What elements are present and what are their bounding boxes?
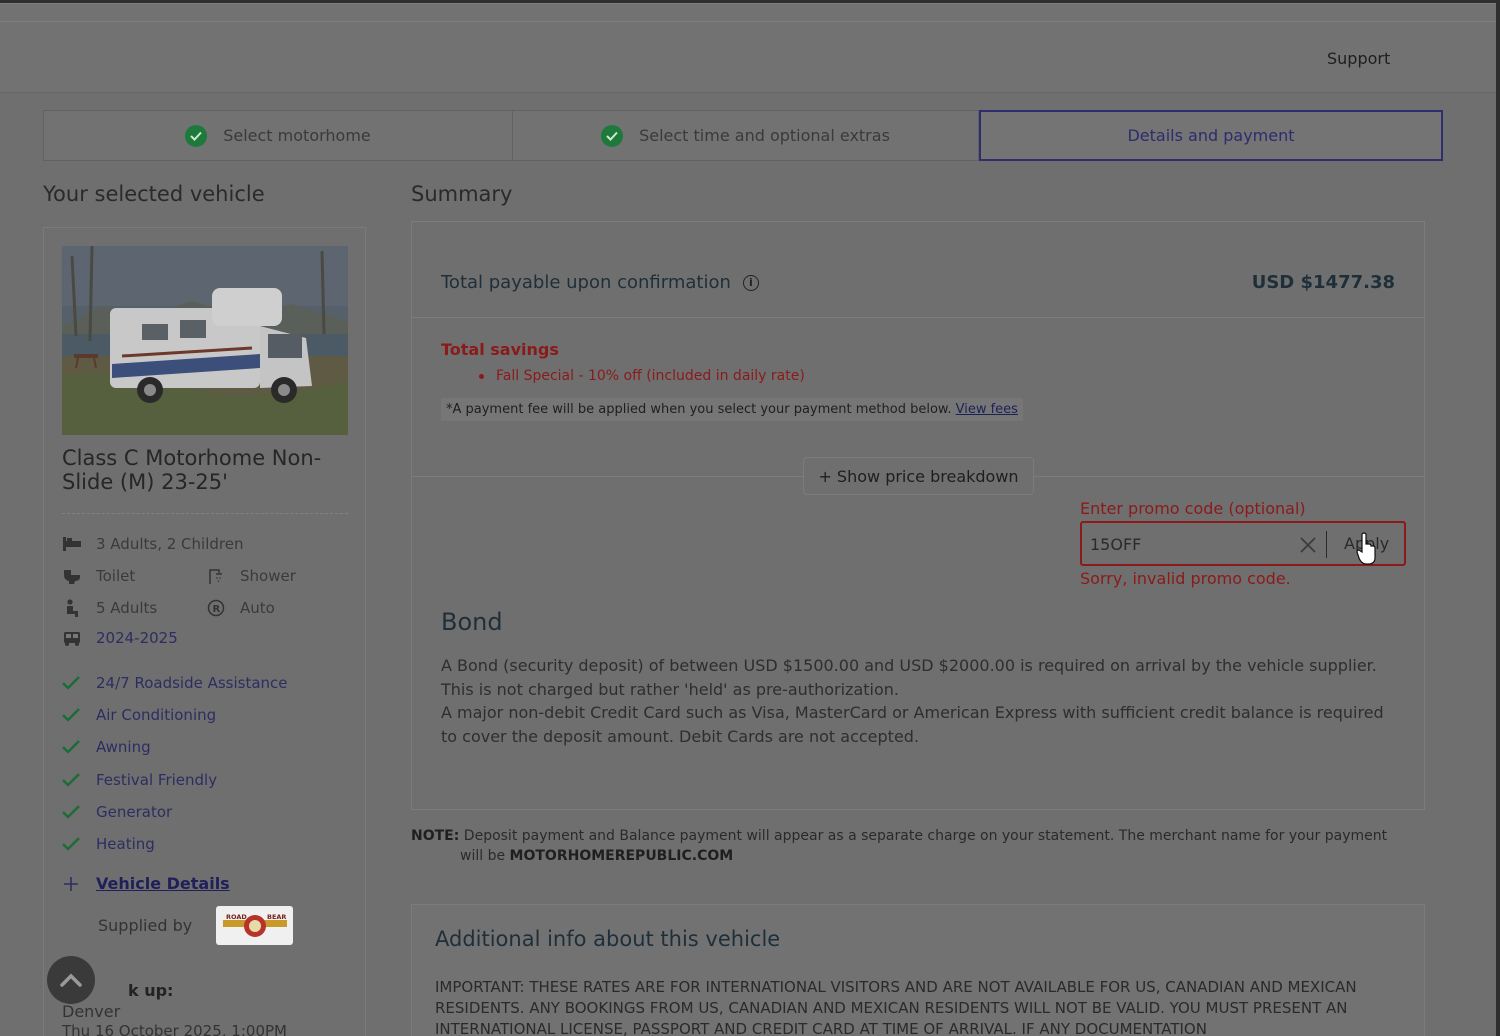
clear-icon[interactable] [1298,535,1318,555]
feature-seats: 5 Adults [62,599,157,617]
checkmark-icon [62,805,80,819]
checkmark-icon [62,837,80,851]
scroll-to-top-button[interactable] [47,956,95,1004]
booking-stepper: Select motorhome Select time and optiona… [43,110,1443,161]
amenity-item: 24/7 Roadside Assistance [62,674,288,692]
payment-fee-note: *A payment fee will be applied when you … [441,398,1023,421]
plus-icon [64,876,78,891]
total-label: Total payable upon confirmation i [441,272,759,293]
shower-icon [206,567,226,585]
bond-line: A Bond (security deposit) of between USD… [441,656,1377,675]
vehicle-divider [62,513,348,514]
bond-title: Bond [441,608,503,636]
info-icon[interactable]: i [742,274,759,291]
note-merchant-line: will be MOTORHOMEREPUBLIC.COM [460,848,734,864]
checkmark-icon [62,708,80,722]
bed-icon [62,535,82,553]
step-label: Select time and optional extras [639,126,890,145]
savings-item: Fall Special - 10% off (included in dail… [479,368,805,384]
bullet-icon [479,373,484,379]
savings-title: Total savings [441,340,559,359]
checkmark-icon [62,740,80,754]
vehicle-card: Class C Motorhome Non-Slide (M) 23-25' 3… [43,227,366,1036]
total-value: USD $1477.38 [1251,272,1395,293]
merchant-name: MOTORHOMEREPUBLIC.COM [509,848,734,864]
header-rule [0,21,1500,22]
svg-text:BEAR: BEAR [267,913,286,921]
checkmark-icon [62,773,80,787]
checkmark-icon [62,676,80,690]
svg-text:ROAD: ROAD [226,913,247,921]
total-row: Total payable upon confirmation i USD $1… [412,222,1424,318]
svg-text:R: R [213,604,221,615]
view-fees-link[interactable]: View fees [956,402,1018,417]
step-select-time-extras[interactable]: Select time and optional extras [513,110,979,161]
amenity-item: Air Conditioning [62,706,216,724]
feature-shower: Shower [206,567,296,585]
feature-sleeps: 3 Adults, 2 Children [62,535,243,553]
promo-code-label: Enter promo code (optional) [1080,499,1306,518]
feature-transmission: R Auto [206,599,275,617]
statement-note: NOTE: Deposit payment and Balance paymen… [411,826,1411,866]
support-link[interactable]: Support [1327,49,1390,68]
supplier-logo: ROAD BEAR [216,906,293,945]
transmission-icon: R [206,599,226,617]
pickup-label: k up: [128,981,174,1000]
vehicle-details-link[interactable]: Vehicle Details [62,874,230,893]
bond-description: A Bond (security deposit) of between USD… [441,654,1391,748]
summary-heading: Summary [411,182,513,206]
hand-cursor-icon [1356,532,1376,565]
amenity-item: Heating [62,835,155,853]
bond-line: A major non-debit Credit Card such as Vi… [441,703,1384,746]
step-details-payment[interactable]: Details and payment [979,110,1443,161]
step-select-motorhome[interactable]: Select motorhome [43,110,513,161]
toilet-icon [62,567,82,585]
amenity-item: Generator [62,803,172,821]
summary-card: Total payable upon confirmation i USD $1… [411,221,1425,810]
window-right-edge [1496,0,1500,1036]
note-text: Deposit payment and Balance payment will… [463,828,1388,844]
feature-toilet: Toilet [62,567,135,585]
show-price-breakdown-button[interactable]: + Show price breakdown [803,457,1034,495]
check-circle-icon [185,124,208,147]
bond-line: This is not charged but rather 'held' as… [441,679,899,699]
pickup-city: Denver [62,1002,121,1021]
promo-error-message: Sorry, invalid promo code. [1080,569,1291,588]
vehicle-photo [62,246,348,435]
additional-info-text: IMPORTANT: THESE RATES ARE FOR INTERNATI… [435,978,1357,1036]
vehicle-name: Class C Motorhome Non-Slide (M) 23-25' [62,446,322,494]
site-header: Support [0,3,1500,93]
step-label: Details and payment [1127,126,1295,145]
supplied-by-label: Supplied by [98,916,193,935]
pickup-date: Thu 16 October 2025, 1:00PM [62,1022,287,1036]
promo-code-input[interactable] [1090,531,1290,557]
additional-info-title: Additional info about this vehicle [435,927,781,951]
step-label: Select motorhome [223,126,371,145]
note-label: NOTE: [411,828,460,844]
amenity-item: Festival Friendly [62,771,217,789]
amenity-item: Awning [62,738,151,756]
promo-divider [1326,531,1327,558]
chevron-up-icon [60,973,82,987]
check-circle-icon [601,124,624,147]
feature-year: 2024-2025 [62,629,178,647]
seat-icon [62,599,82,617]
vehicle-year-icon [62,629,82,647]
selected-vehicle-heading: Your selected vehicle [43,182,265,206]
additional-info-card: Additional info about this vehicle IMPOR… [411,904,1425,1036]
